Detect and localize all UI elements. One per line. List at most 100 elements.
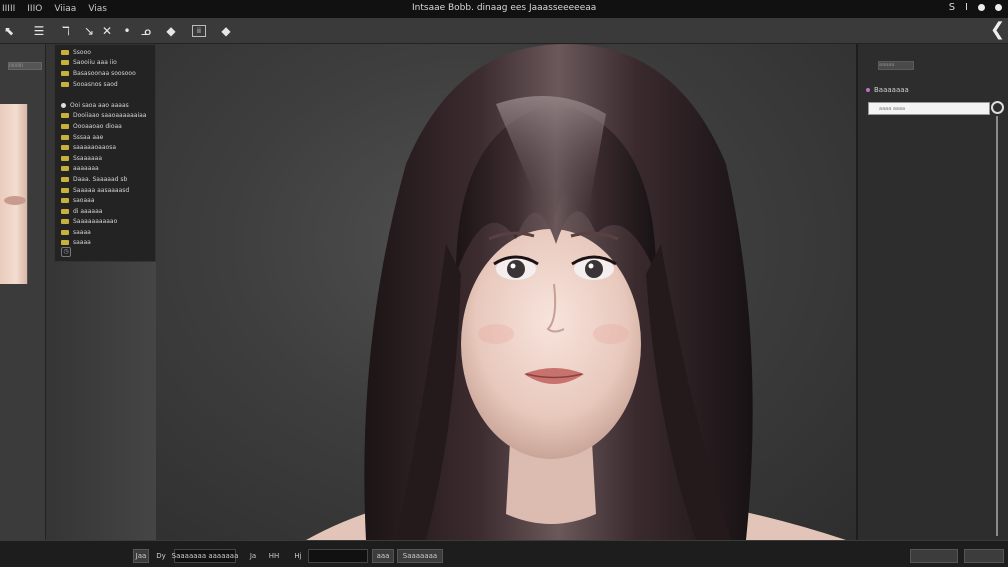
layer-folder-icon[interactable]: [61, 145, 69, 151]
layer-label: Dooiiaao saaoaaaaaaiaa: [73, 112, 147, 120]
status-field-5[interactable]: HH: [266, 549, 282, 563]
slider-rail[interactable]: [996, 116, 998, 536]
right-dock-tab[interactable]: aaaaa: [878, 61, 914, 70]
layer-item[interactable]: Daaa. Saaaaad sb: [55, 174, 155, 185]
layer-label: saaaa: [73, 239, 91, 247]
layer-label: di aaaaaa: [73, 207, 103, 215]
layer-folder-icon[interactable]: [61, 208, 69, 214]
layer-label: Ssooo: [73, 48, 91, 56]
status-field-3[interactable]: Saaaaaaa aaaaaaa: [172, 549, 238, 563]
layer-item[interactable]: Saooiiu aaa iio: [55, 58, 155, 69]
layer-folder-icon[interactable]: [61, 166, 69, 172]
portrait-image: [306, 44, 846, 540]
pen-icon[interactable]: ℸ: [57, 22, 75, 40]
status-field-10[interactable]: [910, 549, 958, 563]
status-field-2[interactable]: Dy: [154, 549, 168, 563]
layer-item[interactable]: saoaaa: [55, 195, 155, 206]
layer-folder-icon[interactable]: [61, 123, 69, 129]
history-icon[interactable]: ◷: [61, 247, 71, 257]
layer-folder-icon[interactable]: [61, 219, 69, 225]
layer-folder-icon[interactable]: [61, 229, 69, 235]
brush-icon[interactable]: ↘: [80, 22, 98, 40]
toolbar: ⬉ ☰ ℸ ↘ ✕ • ᓄ ◆ ii ◆: [0, 18, 1008, 44]
frame-icon[interactable]: ii: [192, 25, 206, 37]
tray-item-i[interactable]: I: [965, 2, 968, 13]
status-field-8[interactable]: aaa: [372, 549, 394, 563]
layer-folder-icon[interactable]: [61, 70, 69, 76]
menubar: IIIII IIIO Viiaa Vias Intsaae Bobb. dina…: [0, 0, 1008, 18]
menu-icon[interactable]: ☰: [30, 22, 48, 40]
status-field-4[interactable]: Ja: [246, 549, 260, 563]
layer-item[interactable]: Oooaaoao dioaa: [55, 121, 155, 132]
layer-folder-icon[interactable]: [61, 198, 69, 204]
layer-label: Saooiiu aaa iio: [73, 59, 117, 67]
layer-label: saoaaa: [73, 197, 95, 205]
menu-item-4[interactable]: Vias: [82, 4, 113, 14]
arrow-icon[interactable]: ⬉: [0, 22, 18, 40]
left-dock-tab[interactable]: iiiiiiiiii: [8, 62, 42, 70]
layer-folder-icon[interactable]: [61, 113, 69, 119]
tray-item-s[interactable]: S: [949, 2, 955, 13]
window-title: Intsaae Bobb. dinaag ees Jaaasseeeeeaa: [412, 3, 597, 13]
layer-item[interactable]: saaaa: [55, 227, 155, 238]
layer-label: Ssaaaaaa: [73, 154, 102, 162]
dot-icon[interactable]: •: [118, 22, 136, 40]
record-icon[interactable]: [978, 4, 985, 11]
layer-item[interactable]: aaaaaaa: [55, 164, 155, 175]
layer-folder-icon[interactable]: [61, 60, 69, 66]
layer-folder-icon[interactable]: [61, 49, 69, 55]
status-field-9[interactable]: Saaaaaaa: [397, 549, 443, 563]
layer-label: Sssaa aae: [73, 133, 104, 141]
layer-item[interactable]: Ooi saoa aao aaaas: [55, 100, 155, 111]
status-bar: Jaa Dy Saaaaaaa aaaaaaa Ja HH Hj aaa Saa…: [0, 540, 1008, 567]
status-field-7[interactable]: [308, 549, 368, 563]
layer-item[interactable]: [55, 89, 155, 100]
menu-item-2[interactable]: IIIO: [21, 4, 48, 14]
layer-item[interactable]: Ssaaaaaa: [55, 153, 155, 164]
menu-item-1[interactable]: IIIII: [0, 4, 21, 14]
layer-item[interactable]: Sssaa aae: [55, 132, 155, 143]
layer-label: Ooi saoa aao aaaas: [70, 101, 129, 109]
status-field-1[interactable]: Jaa: [133, 549, 149, 563]
layer-folder-icon[interactable]: [61, 176, 69, 182]
layer-label: saaaaaoaaosa: [73, 144, 117, 152]
layer-item[interactable]: saaaaaoaaosa: [55, 142, 155, 153]
cross-icon[interactable]: ✕: [98, 22, 116, 40]
visibility-icon[interactable]: [61, 102, 66, 108]
diamond-icon[interactable]: ◆: [217, 22, 235, 40]
layer-label: Sooasnos saod: [73, 80, 118, 88]
image-editor-window: IIIII IIIO Viiaa Vias Intsaae Bobb. dina…: [0, 0, 1008, 567]
collapse-panel-icon[interactable]: ❮: [990, 20, 1006, 40]
layer-folder-icon[interactable]: [61, 187, 69, 193]
layer-item[interactable]: Basasoonaa soosooo: [55, 68, 155, 79]
system-tray: S I: [949, 2, 1002, 13]
layer-folder-icon[interactable]: [61, 134, 69, 140]
layer-folder-icon[interactable]: [61, 240, 69, 246]
layer-label: Saaaaa aasaaaasd: [73, 186, 130, 194]
right-dock: aaaaa Baaaaaaa aaaa aaaa: [856, 44, 1008, 540]
layer-label: Daaa. Saaaaad sb: [73, 175, 128, 183]
layer-folder-icon[interactable]: [61, 155, 69, 161]
menu-item-3[interactable]: Viiaa: [48, 4, 82, 14]
fill-icon[interactable]: ◆: [162, 22, 180, 40]
thumbnail-preview[interactable]: [0, 104, 28, 284]
layer-label: Basasoonaa soosooo: [73, 69, 136, 77]
layer-list: Ssooo Saooiiu aaa iio Basasoonaa soosooo So…: [55, 47, 155, 248]
layer-item[interactable]: Ssooo: [55, 47, 155, 58]
canvas[interactable]: [156, 44, 856, 540]
layer-folder-icon[interactable]: [61, 81, 69, 87]
status-field-11[interactable]: [964, 549, 1004, 563]
slider-knob-icon[interactable]: [991, 101, 1004, 114]
layer-item[interactable]: Dooiiaao saaoaaaaaaiaa: [55, 111, 155, 122]
properties-input[interactable]: aaaa aaaa: [868, 102, 990, 115]
status-field-6[interactable]: Hj: [290, 549, 306, 563]
layer-item[interactable]: Saaaaaaaaaao: [55, 217, 155, 228]
pin-icon: [866, 88, 870, 92]
layers-panel: Ssooo Saooiiu aaa iio Basasoonaa soosooo So…: [54, 44, 156, 262]
lasso-icon[interactable]: ᓄ: [137, 22, 155, 40]
left-dock: iiiiiiiiii: [0, 44, 46, 540]
layer-item[interactable]: Sooasnos saod: [55, 79, 155, 90]
status-icon[interactable]: [995, 4, 1002, 11]
layer-item[interactable]: Saaaaa aasaaaasd: [55, 185, 155, 196]
layer-item[interactable]: di aaaaaa: [55, 206, 155, 217]
